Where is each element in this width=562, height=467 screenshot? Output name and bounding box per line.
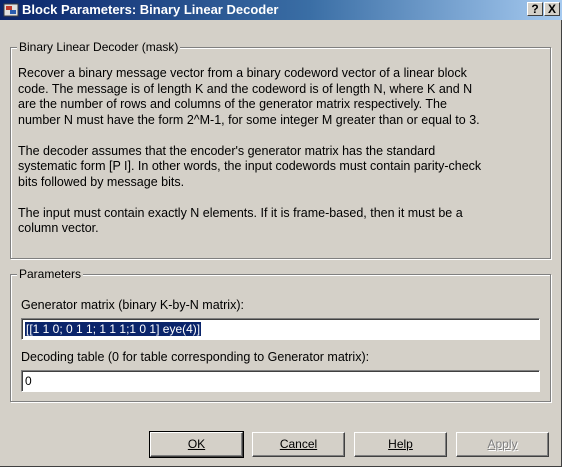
decoding-table-value: 0 xyxy=(25,374,32,388)
help-button[interactable]: Help xyxy=(354,432,447,457)
help-title-button[interactable]: ? xyxy=(527,2,543,16)
description-line: bits followed by message bits. xyxy=(18,174,185,189)
description-line: The decoder assumes that the encoder's g… xyxy=(18,143,436,158)
cancel-button[interactable]: Cancel xyxy=(252,432,345,457)
description-line: Recover a binary message vector from a b… xyxy=(18,66,467,80)
description-line xyxy=(18,128,538,144)
description-text: Recover a binary message vector from a b… xyxy=(18,66,538,237)
description-line: The input must contain exactly N element… xyxy=(18,205,463,220)
description-line: number N must have the form 2^M-1, for s… xyxy=(18,112,480,127)
description-line: are the number of rows and columns of th… xyxy=(18,97,447,111)
description-line: column vector. xyxy=(18,221,99,235)
description-line xyxy=(18,190,538,206)
close-button[interactable]: X xyxy=(544,2,560,16)
apply-button[interactable]: Apply xyxy=(456,432,549,457)
description-legend: Binary Linear Decoder (mask) xyxy=(17,40,181,54)
description-line: code. The message is of length K and the… xyxy=(18,81,473,96)
decoding-table-field[interactable]: 0 xyxy=(21,370,540,392)
generator-matrix-value: [[1 1 0; 0 1 1; 1 1 1;1 0 1] eye(4)] xyxy=(25,322,202,336)
decoding-table-label: Decoding table (0 for table correspondin… xyxy=(21,350,370,364)
simulink-block-icon xyxy=(3,2,19,18)
generator-matrix-field[interactable]: [[1 1 0; 0 1 1; 1 1 1;1 0 1] eye(4)] xyxy=(21,318,540,340)
generator-matrix-label: Generator matrix (binary K-by-N matrix): xyxy=(21,298,244,312)
description-line: systematic form [P I]. In other words, t… xyxy=(18,159,482,173)
parameters-legend: Parameters xyxy=(17,267,84,281)
title-bar[interactable]: Block Parameters: Binary Linear Decoder … xyxy=(0,0,562,20)
block-parameters-dialog: Block Parameters: Binary Linear Decoder … xyxy=(0,0,562,467)
window-title: Block Parameters: Binary Linear Decoder xyxy=(22,2,279,17)
ok-button[interactable]: OK xyxy=(149,431,244,458)
